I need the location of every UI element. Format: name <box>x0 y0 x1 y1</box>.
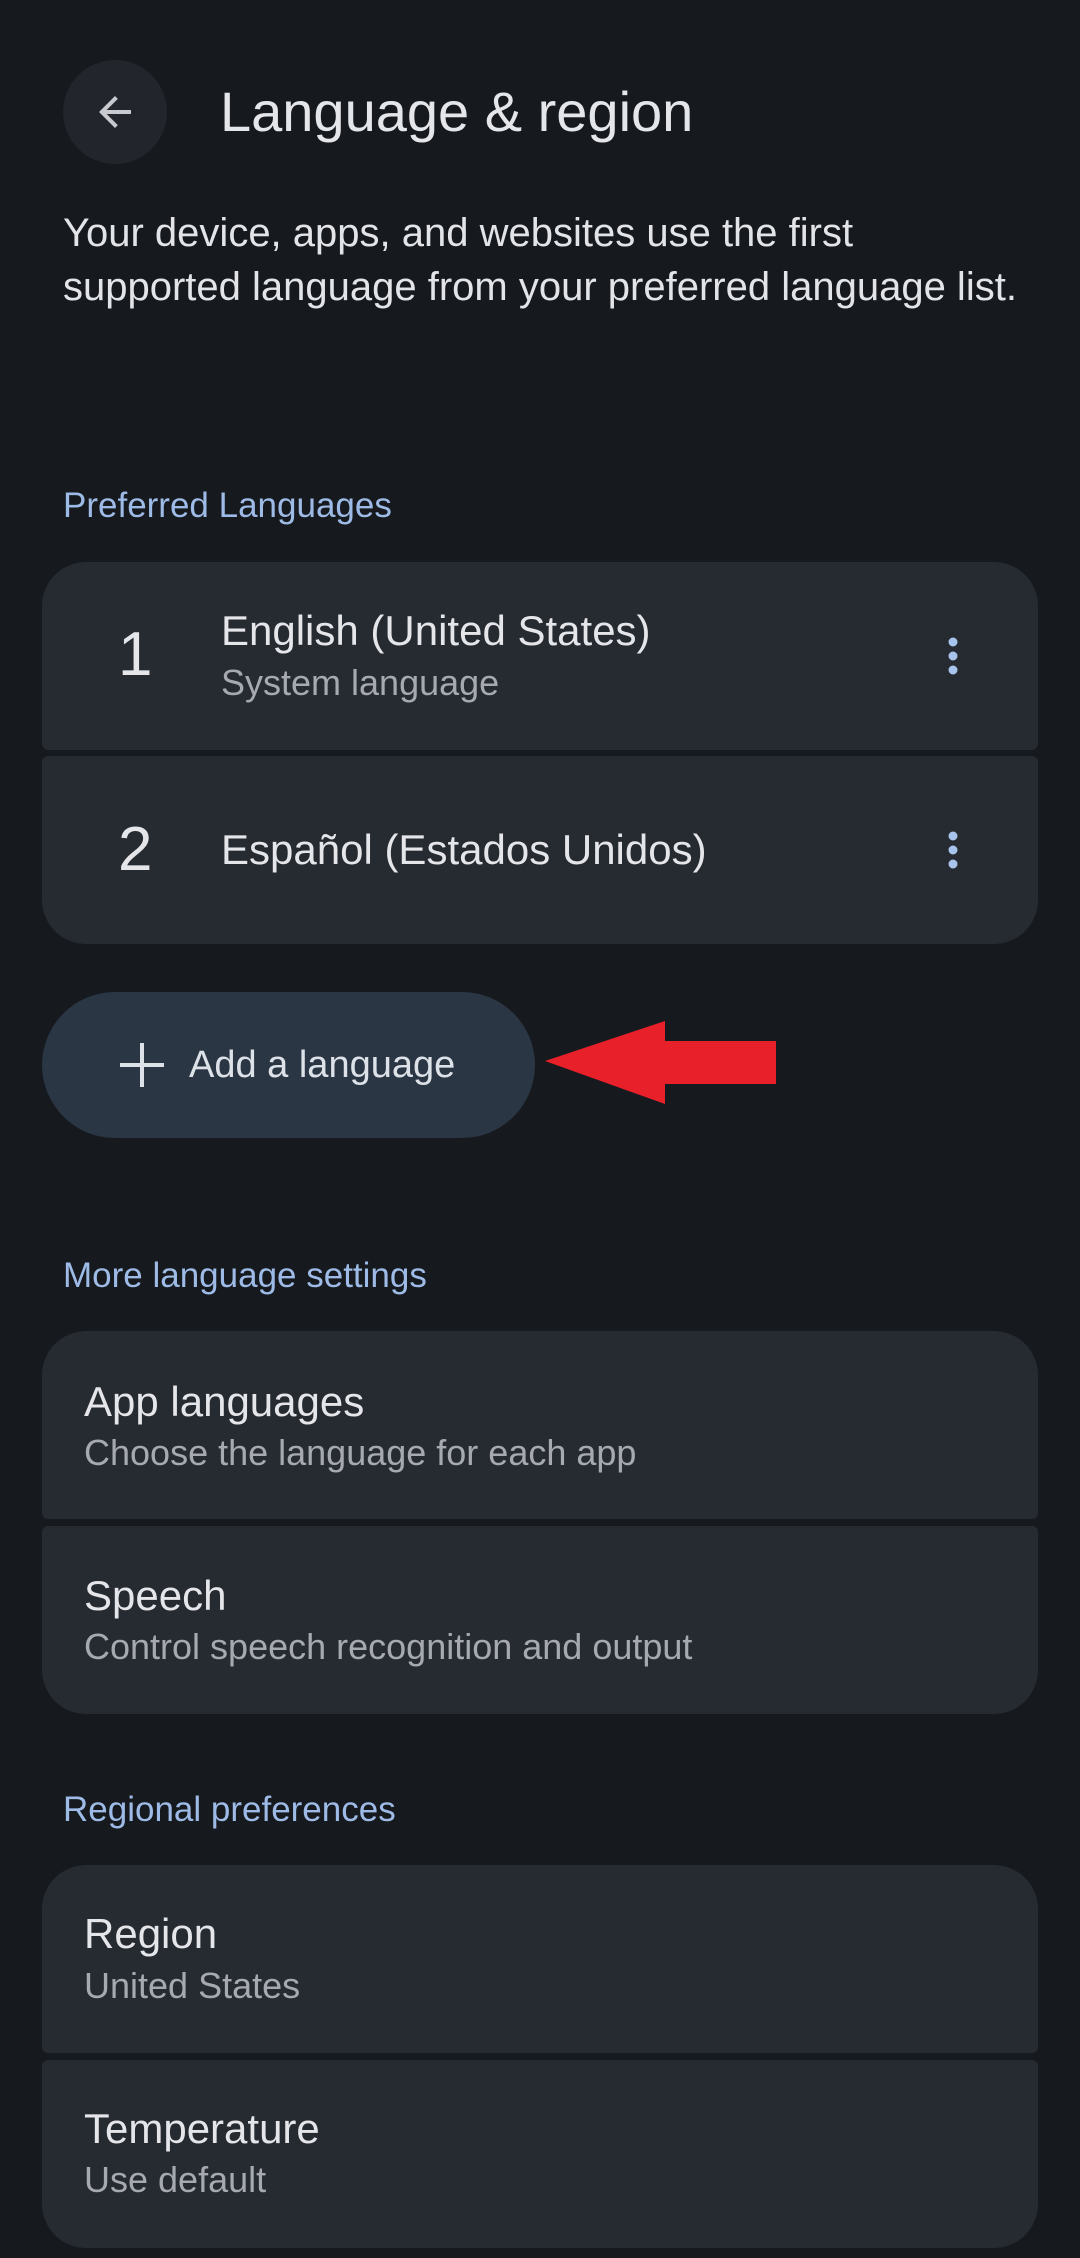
settings-item-speech[interactable]: Speech Control speech recognition and ou… <box>42 1526 1038 1714</box>
settings-item-region[interactable]: Region United States <box>42 1865 1038 2053</box>
top-app-bar: Language & region <box>0 0 1080 230</box>
more-vert-icon <box>948 637 958 675</box>
language-title: English (United States) <box>221 607 651 654</box>
page-description: Your device, apps, and websites use the … <box>63 211 1017 309</box>
settings-item-temperature[interactable]: Temperature Use default <box>42 2060 1038 2248</box>
item-title: Temperature <box>84 2105 320 2152</box>
red-arrow-icon <box>545 1021 776 1104</box>
language-item-english[interactable]: 1 English (United States) System languag… <box>42 562 1038 750</box>
more-vert-icon <box>948 831 958 869</box>
add-language-button[interactable]: Add a language <box>42 992 535 1138</box>
item-subtitle: United States <box>84 1965 301 2006</box>
section-label-more-language-settings: More language settings <box>63 1256 427 1295</box>
arrow-back-icon <box>99 96 131 128</box>
item-subtitle: Choose the language for each app <box>84 1432 637 1473</box>
add-language-label: Add a language <box>189 1044 456 1086</box>
plus-icon <box>120 1043 164 1087</box>
language-options-button[interactable] <box>928 810 978 890</box>
item-subtitle: Use default <box>84 2159 267 2200</box>
item-title: App languages <box>84 1378 365 1425</box>
page-title: Language & region <box>220 80 694 143</box>
language-number: 2 <box>118 815 153 884</box>
back-button[interactable] <box>63 60 167 164</box>
language-title: Español (Estados Unidos) <box>221 826 707 873</box>
language-region-screen: Language & region Your device, apps, and… <box>0 0 1080 2258</box>
language-item-espanol[interactable]: 2 Español (Estados Unidos) <box>42 756 1038 944</box>
language-options-button[interactable] <box>928 616 978 696</box>
settings-item-app-languages[interactable]: App languages Choose the language for ea… <box>42 1331 1038 1519</box>
section-label-regional-preferences: Regional preferences <box>63 1790 396 1829</box>
section-label-preferred-languages: Preferred Languages <box>63 486 392 525</box>
item-subtitle: Control speech recognition and output <box>84 1626 693 1667</box>
item-title: Region <box>84 1910 218 1957</box>
item-title: Speech <box>84 1572 227 1619</box>
language-number: 1 <box>118 620 153 689</box>
language-subtitle: System language <box>221 662 500 703</box>
